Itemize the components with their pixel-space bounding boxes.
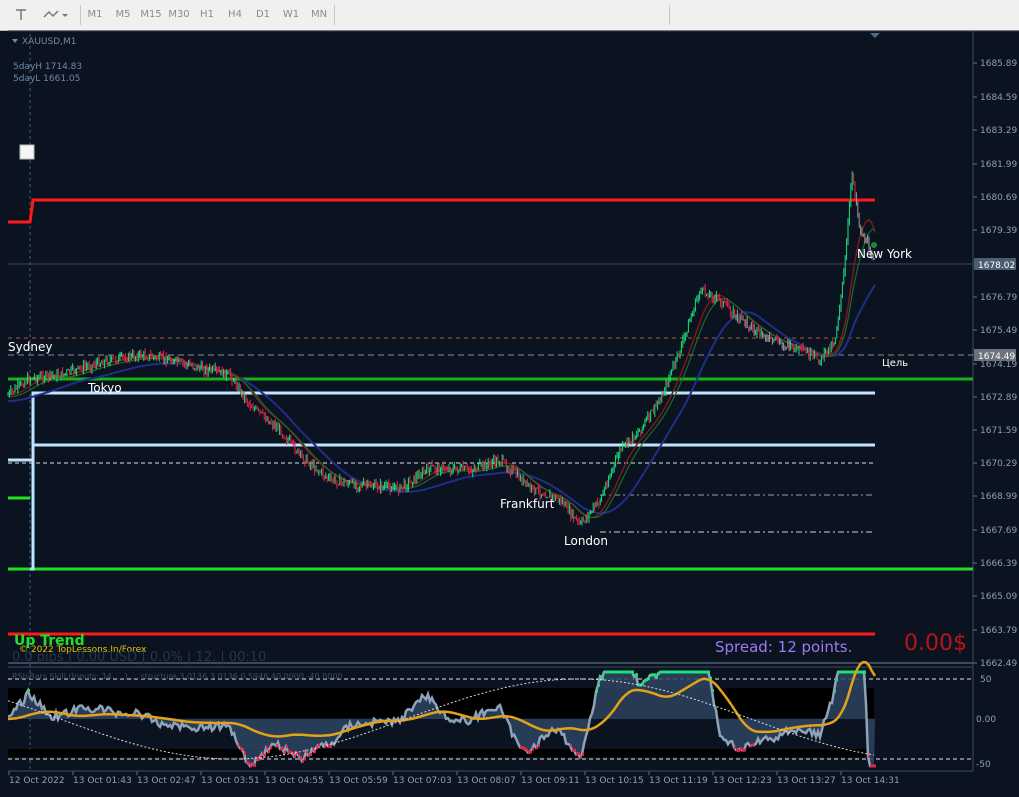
indicator-tick-top: 50: [980, 675, 992, 685]
target-label: Цель: [882, 358, 908, 369]
five-day-low: 5dayL 1661.05: [13, 74, 80, 84]
five-day-high: 5dayH 1714.83: [13, 62, 82, 72]
slow-ma-line: [7, 284, 876, 515]
price-tick: 1667.69: [980, 526, 1017, 536]
spread-label: Spread: 12 points.: [715, 638, 852, 656]
time-tick: 13 Oct 10:15: [585, 776, 644, 786]
price-tick: 1684.59: [980, 93, 1017, 103]
session-new-york: New York: [857, 247, 912, 261]
resistance-level: [8, 198, 875, 224]
price-tick: 1666.39: [980, 559, 1017, 569]
price-tick: 1685.89: [980, 59, 1017, 69]
price-tick: 1679.39: [980, 226, 1017, 236]
session-london: London: [564, 534, 608, 548]
session-frankfurt: Frankfurt: [500, 497, 555, 511]
time-tick: 13 Oct 08:07: [457, 776, 516, 786]
price-tick: 1663.79: [980, 626, 1017, 636]
indicator-tick-mid: 0.00: [976, 715, 996, 725]
mid-ma-line: [7, 228, 876, 519]
price-tick: 1671.59: [980, 426, 1017, 436]
toggle-square-icon[interactable]: [19, 144, 35, 160]
symbol-label: XAUUSD,M1: [22, 37, 77, 47]
indicator-caption: RSIsBars Skill (Inputs: 14 ... ) ... str…: [12, 672, 343, 681]
time-tick: 13 Oct 13:27: [777, 776, 836, 786]
price-tick: 1668.99: [980, 492, 1017, 502]
time-tick: 13 Oct 09:11: [521, 776, 580, 786]
current-price-box: 1678.02: [978, 261, 1015, 271]
target-price-box: 1674.49: [978, 352, 1015, 362]
price-tick: 1662.49: [980, 659, 1017, 669]
time-tick: 13 Oct 04:55: [265, 776, 324, 786]
time-tick: 13 Oct 03:51: [201, 776, 260, 786]
chart-canvas[interactable]: 1685.89 1684.59 1683.29 1681.99 1680.69 1679.…: [0, 0, 1019, 797]
time-tick: 13 Oct 07:03: [393, 776, 452, 786]
price-tick: 1675.49: [980, 326, 1017, 336]
time-tick: 13 Oct 01:43: [73, 776, 132, 786]
price-tick: 1680.69: [980, 193, 1017, 203]
session-sydney: Sydney: [8, 340, 52, 354]
price-tick: 1683.29: [980, 126, 1017, 136]
session-tokyo: Tokyo: [87, 381, 122, 395]
time-tick: 12 Oct 2022: [9, 776, 65, 786]
price-tick: 1681.99: [980, 160, 1017, 170]
time-tick: 13 Oct 12:23: [713, 776, 772, 786]
time-tick: 13 Oct 11:19: [649, 776, 708, 786]
time-tick: 13 Oct 05:59: [329, 776, 388, 786]
time-tick: 13 Oct 02:47: [137, 776, 196, 786]
price-tick: 1670.29: [980, 459, 1017, 469]
price-tick: 1665.09: [980, 592, 1017, 602]
account-stats: 0.0 pips | 0.00 USD | 0.0% | 12. | 00:10: [12, 650, 266, 665]
indicator-tick-bottom: -50: [976, 760, 991, 770]
price-tick: 1672.89: [980, 393, 1017, 403]
time-tick: 13 Oct 14:31: [841, 776, 900, 786]
price-tick: 1676.79: [980, 293, 1017, 303]
profit-label: 0.00$: [904, 631, 967, 656]
